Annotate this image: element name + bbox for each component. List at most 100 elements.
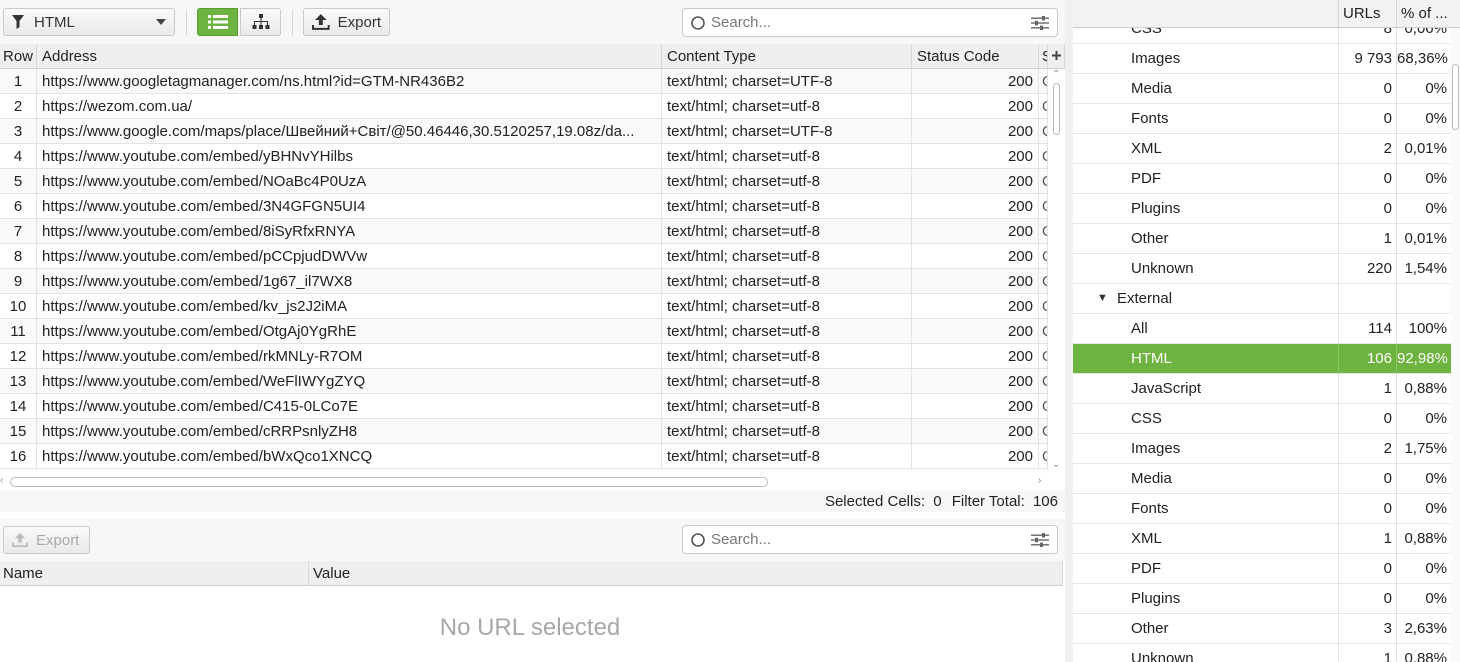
row-number-cell[interactable]: 4	[0, 144, 37, 169]
overview-row[interactable]: Unknown 220 1,54%	[1073, 254, 1451, 284]
content-type-cell[interactable]: text/html; charset=utf-8	[662, 94, 912, 119]
address-cell[interactable]: https://www.youtube.com/embed/C415-0LCo7…	[37, 394, 662, 419]
address-cell[interactable]: https://www.youtube.com/embed/cRRPsnlyZH…	[37, 419, 662, 444]
overview-row[interactable]: XML 1 0,88%	[1073, 524, 1451, 554]
status-cell[interactable]: O	[1039, 94, 1048, 119]
status-code-cell[interactable]: 200	[912, 344, 1039, 369]
settings-sliders-icon[interactable]	[1031, 532, 1049, 547]
row-number-cell[interactable]: 1	[0, 69, 37, 94]
list-view-button[interactable]	[197, 8, 238, 36]
status-cell[interactable]: O	[1039, 419, 1048, 444]
row-number-cell[interactable]: 9	[0, 269, 37, 294]
table-row[interactable]: 15 https://www.youtube.com/embed/cRRPsnly…	[0, 419, 1048, 444]
status-cell[interactable]: O	[1039, 69, 1048, 94]
address-cell[interactable]: https://www.youtube.com/embed/bWxQco1XNC…	[37, 444, 662, 469]
status-code-cell[interactable]: 200	[912, 394, 1039, 419]
address-cell[interactable]: https://www.youtube.com/embed/WeFlIWYgZY…	[37, 369, 662, 394]
status-code-cell[interactable]: 200	[912, 319, 1039, 344]
status-cell[interactable]: O	[1039, 319, 1048, 344]
overview-row[interactable]: PDF 0 0%	[1073, 164, 1451, 194]
table-row[interactable]: 8 https://www.youtube.com/embed/pCCpjudDW…	[0, 244, 1048, 269]
status-code-cell[interactable]: 200	[912, 444, 1039, 469]
status-code-cell[interactable]: 200	[912, 369, 1039, 394]
table-row[interactable]: 13 https://www.youtube.com/embed/WeFlIWYg…	[0, 369, 1048, 394]
overview-row[interactable]: XML 2 0,01%	[1073, 134, 1451, 164]
search-input[interactable]	[711, 14, 1031, 31]
scroll-right-icon[interactable]: ›	[1038, 475, 1041, 486]
scroll-up-icon[interactable]: ⌃	[1052, 69, 1060, 80]
filter-dropdown[interactable]: HTML	[3, 8, 175, 36]
overview-row[interactable]: Other 3 2,63%	[1073, 614, 1451, 644]
horizontal-scrollbar[interactable]: ‹ ›	[0, 474, 1048, 491]
column-header-row[interactable]: Row	[0, 44, 37, 69]
status-cell[interactable]: O	[1039, 269, 1048, 294]
address-cell[interactable]: https://www.youtube.com/embed/yBHNvYHilb…	[37, 144, 662, 169]
row-number-cell[interactable]: 15	[0, 419, 37, 444]
overview-row[interactable]: Media 0 0%	[1073, 74, 1451, 104]
address-cell[interactable]: https://www.youtube.com/embed/rkMNLy-R7O…	[37, 344, 662, 369]
status-cell[interactable]: O	[1039, 169, 1048, 194]
content-type-cell[interactable]: text/html; charset=utf-8	[662, 269, 912, 294]
table-row[interactable]: 1 https://www.googletagmanager.com/ns.htm…	[0, 69, 1048, 94]
overview-row[interactable]: Images 9 793 68,36%	[1073, 44, 1451, 74]
row-number-cell[interactable]: 14	[0, 394, 37, 419]
settings-sliders-icon[interactable]	[1031, 15, 1049, 30]
table-row[interactable]: 11 https://www.youtube.com/embed/OtgAj0Yg…	[0, 319, 1048, 344]
column-header-address[interactable]: Address	[37, 44, 662, 69]
content-type-cell[interactable]: text/html; charset=utf-8	[662, 369, 912, 394]
overview-row[interactable]: HTML 106 92,98%	[1073, 344, 1451, 374]
column-header-value[interactable]: Value	[309, 561, 1063, 586]
address-cell[interactable]: https://www.youtube.com/embed/1g67_il7WX…	[37, 269, 662, 294]
table-row[interactable]: 9 https://www.youtube.com/embed/1g67_il7W…	[0, 269, 1048, 294]
status-code-cell[interactable]: 200	[912, 94, 1039, 119]
scrollbar-thumb[interactable]	[10, 477, 768, 487]
scroll-down-icon[interactable]: ⌄	[1052, 459, 1060, 470]
table-row[interactable]: 3 https://www.google.com/maps/place/Швейн…	[0, 119, 1048, 144]
status-code-cell[interactable]: 200	[912, 119, 1039, 144]
row-number-cell[interactable]: 6	[0, 194, 37, 219]
table-row[interactable]: 5 https://www.youtube.com/embed/NOaBc4P0U…	[0, 169, 1048, 194]
row-number-cell[interactable]: 10	[0, 294, 37, 319]
address-cell[interactable]: https://www.youtube.com/embed/3N4GFGN5UI…	[37, 194, 662, 219]
overview-row[interactable]: CSS 0 0%	[1073, 404, 1451, 434]
address-cell[interactable]: https://www.youtube.com/embed/kv_js2J2iM…	[37, 294, 662, 319]
row-number-cell[interactable]: 12	[0, 344, 37, 369]
overview-row[interactable]: Plugins 0 0%	[1073, 194, 1451, 224]
table-row[interactable]: 16 https://www.youtube.com/embed/bWxQco1X…	[0, 444, 1048, 469]
table-row[interactable]: 14 https://www.youtube.com/embed/C415-0LC…	[0, 394, 1048, 419]
status-code-cell[interactable]: 200	[912, 169, 1039, 194]
table-row[interactable]: 2 https://wezom.com.ua/text/html; charset…	[0, 94, 1048, 119]
content-type-cell[interactable]: text/html; charset=utf-8	[662, 419, 912, 444]
status-cell[interactable]: O	[1039, 294, 1048, 319]
address-cell[interactable]: https://www.google.com/maps/place/Швейни…	[37, 119, 662, 144]
details-search-box[interactable]	[682, 525, 1058, 554]
overview-group-row[interactable]: ▼ External	[1073, 284, 1451, 314]
content-type-cell[interactable]: text/html; charset=utf-8	[662, 169, 912, 194]
status-cell[interactable]: O	[1039, 344, 1048, 369]
overview-row[interactable]: PDF 0 0%	[1073, 554, 1451, 584]
status-code-cell[interactable]: 200	[912, 244, 1039, 269]
status-cell[interactable]: O	[1039, 369, 1048, 394]
column-header-status[interactable]: S	[1039, 44, 1048, 69]
overview-scrollbar[interactable]	[1451, 28, 1460, 662]
status-code-cell[interactable]: 200	[912, 419, 1039, 444]
table-row[interactable]: 12 https://www.youtube.com/embed/rkMNLy-R…	[0, 344, 1048, 369]
table-row[interactable]: 10 https://www.youtube.com/embed/kv_js2J2…	[0, 294, 1048, 319]
overview-row[interactable]: JavaScript 1 0,88%	[1073, 374, 1451, 404]
status-cell[interactable]: O	[1039, 394, 1048, 419]
overview-row[interactable]: Fonts 0 0%	[1073, 494, 1451, 524]
scrollbar-thumb[interactable]	[1452, 64, 1459, 130]
row-number-cell[interactable]: 3	[0, 119, 37, 144]
row-number-cell[interactable]: 5	[0, 169, 37, 194]
row-number-cell[interactable]: 13	[0, 369, 37, 394]
content-type-cell[interactable]: text/html; charset=utf-8	[662, 294, 912, 319]
status-cell[interactable]: O	[1039, 444, 1048, 469]
address-cell[interactable]: https://www.youtube.com/embed/OtgAj0YgRh…	[37, 319, 662, 344]
row-number-cell[interactable]: 2	[0, 94, 37, 119]
status-code-cell[interactable]: 200	[912, 294, 1039, 319]
content-type-cell[interactable]: text/html; charset=utf-8	[662, 394, 912, 419]
details-export-button[interactable]: Export	[3, 526, 90, 554]
status-cell[interactable]: O	[1039, 219, 1048, 244]
row-number-cell[interactable]: 11	[0, 319, 37, 344]
vertical-scrollbar[interactable]: ⌃ ⌄	[1048, 69, 1065, 475]
